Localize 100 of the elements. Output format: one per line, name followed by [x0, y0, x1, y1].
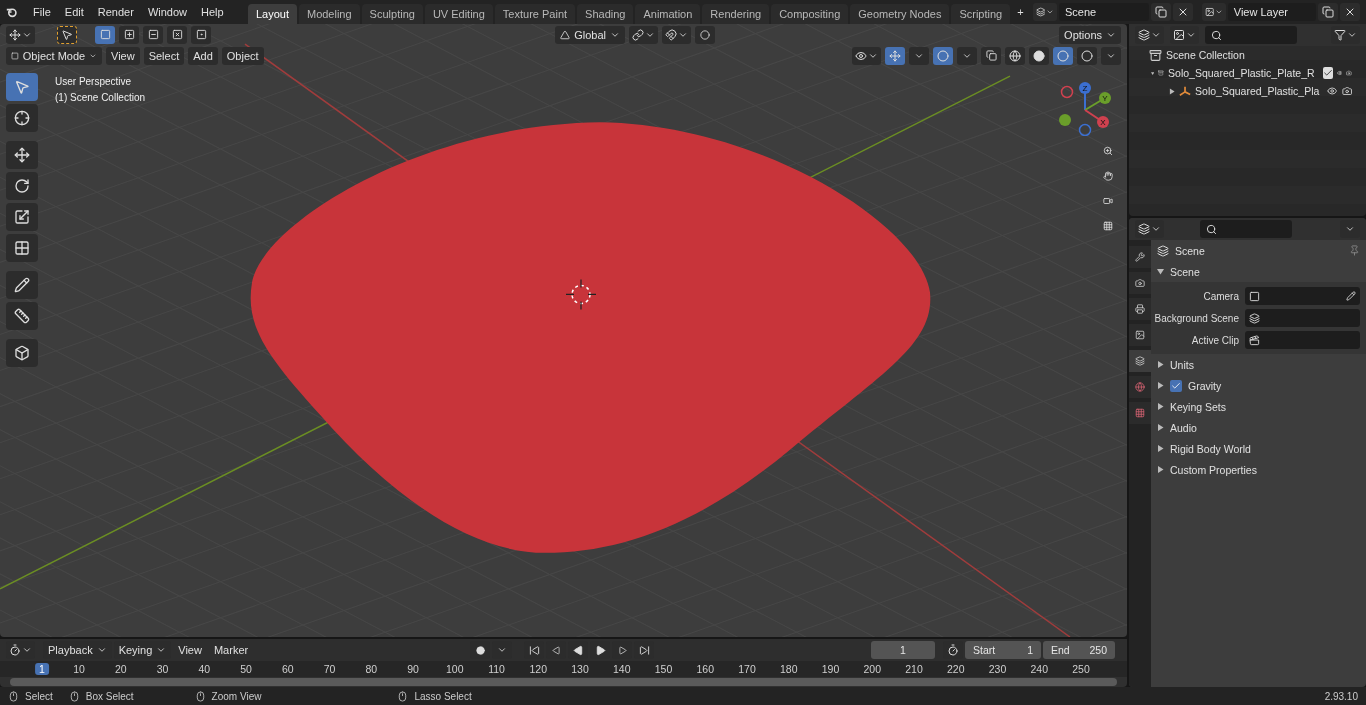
scene-tab[interactable] [1129, 350, 1151, 372]
navigation-gizmo-drawing[interactable]: Z Y X [1057, 80, 1113, 136]
end-frame-field[interactable]: End 250 [1043, 641, 1115, 659]
view-layer-tab[interactable] [1129, 324, 1151, 346]
visibility-button[interactable] [852, 46, 881, 65]
close-button[interactable] [1172, 3, 1193, 21]
disclosure-triangle-icon[interactable] [1169, 87, 1175, 95]
timeline-scrollbar[interactable] [10, 678, 1117, 686]
property-field[interactable] [1245, 331, 1360, 349]
workspace-tab[interactable]: Shading [577, 4, 634, 24]
start-frame-field[interactable]: Start 1 [965, 641, 1041, 659]
select-tool-button[interactable] [6, 73, 38, 101]
shading-mode-button[interactable] [1077, 46, 1097, 65]
view-layer-selector-button[interactable] [1201, 3, 1226, 21]
snap-button[interactable] [662, 25, 692, 44]
disclosure-triangle-icon[interactable] [1151, 69, 1155, 77]
editor-type-button[interactable] [1135, 220, 1164, 238]
disclosure-triangle-icon[interactable] [1157, 361, 1164, 368]
copy-button[interactable] [1150, 3, 1171, 21]
viewport-menu[interactable]: View [106, 46, 140, 65]
property-field[interactable] [1245, 309, 1360, 327]
disclosure-triangle-icon[interactable] [1157, 424, 1164, 431]
overlay-toggle-button[interactable] [933, 46, 953, 65]
outliner-item[interactable]: Scene Collection [1166, 49, 1245, 61]
workspace-tab[interactable]: Geometry Nodes [850, 4, 950, 24]
panel-title[interactable]: Audio [1170, 421, 1197, 434]
selection-mode-button[interactable] [95, 25, 115, 44]
outliner-item[interactable]: Solo_Squared_Plastic_Plate_R [1168, 67, 1315, 79]
cursor-tool-button[interactable] [6, 104, 38, 132]
disclosure-triangle-icon[interactable] [1157, 466, 1164, 473]
pivot-button[interactable] [629, 25, 659, 44]
camera-icon[interactable] [1346, 67, 1352, 79]
scale-tool-button[interactable] [6, 203, 38, 231]
checkbox[interactable] [1322, 67, 1333, 79]
proportional-edit-button[interactable] [695, 25, 716, 44]
view-layer-field[interactable]: View Layer [1227, 3, 1316, 21]
filter-button[interactable] [1331, 26, 1360, 44]
workspace-tab[interactable]: Scripting [951, 4, 1011, 24]
camera-icon[interactable] [1341, 85, 1352, 97]
transform-tool-button[interactable] [6, 234, 38, 262]
current-frame-field[interactable]: 1 [871, 641, 935, 659]
panel-title[interactable]: Rigid Body World [1170, 442, 1251, 455]
shading-mode-button[interactable] [1053, 46, 1073, 65]
search-field[interactable] [1200, 220, 1292, 238]
viewport-menu[interactable]: Object [221, 46, 264, 65]
panel-title[interactable]: Scene [1170, 265, 1200, 278]
disclosure-triangle-icon[interactable] [1157, 268, 1164, 275]
workspace-tab[interactable]: Rendering [702, 4, 770, 24]
selection-mode-button[interactable] [143, 25, 163, 44]
menu-item[interactable]: Edit [58, 3, 90, 21]
panel-title[interactable]: Gravity [1188, 379, 1222, 392]
rotate-tool-button[interactable] [6, 172, 38, 200]
measure-tool-button[interactable] [6, 302, 38, 330]
workspace-tab[interactable]: Modeling [298, 4, 360, 24]
tweak-tool-button[interactable] [57, 25, 77, 44]
workspace-tab[interactable]: Compositing [771, 4, 849, 24]
selection-mode-button[interactable] [191, 25, 211, 44]
selection-mode-button[interactable] [167, 25, 187, 44]
options-dropdown[interactable]: Options [1059, 25, 1121, 44]
close-button[interactable] [1340, 3, 1360, 21]
xray-button[interactable] [981, 46, 1001, 65]
menu-item[interactable]: Help [195, 3, 230, 21]
orientation-dropdown[interactable]: Global [555, 25, 626, 44]
disclosure-triangle-icon[interactable] [1157, 445, 1164, 452]
app-logo-icon[interactable] [6, 5, 18, 19]
panel-title[interactable]: Keying Sets [1170, 400, 1227, 413]
viewport-menu[interactable]: Add [188, 46, 218, 65]
shading-mode-button[interactable] [1005, 46, 1025, 65]
shading-mode-button[interactable] [1029, 46, 1049, 65]
output-tab[interactable] [1129, 298, 1151, 320]
workspace-tab[interactable]: Animation [635, 4, 701, 24]
move-tool-button[interactable] [6, 141, 38, 169]
panel-title[interactable]: Custom Properties [1170, 463, 1257, 476]
outliner-item[interactable]: Solo_Squared_Plastic_Pla [1195, 85, 1320, 97]
eye-icon[interactable] [1327, 85, 1338, 97]
texture-tab[interactable] [1129, 402, 1151, 424]
filter-mode-button[interactable] [1170, 26, 1199, 44]
copy-button[interactable] [1318, 3, 1338, 21]
search-field[interactable] [1205, 26, 1297, 44]
panel-title[interactable]: Units [1170, 358, 1194, 371]
render-tab[interactable] [1129, 272, 1151, 294]
scene-selector-button[interactable] [1032, 3, 1057, 21]
pin-icon[interactable] [1349, 245, 1360, 256]
checkbox[interactable] [1170, 379, 1182, 392]
mode-dropdown[interactable]: Object Mode [6, 46, 102, 65]
editor-type-button[interactable] [6, 25, 35, 44]
disclosure-triangle-icon[interactable] [1157, 382, 1164, 389]
menu-item[interactable]: Render [91, 3, 140, 21]
world-tab[interactable] [1129, 376, 1151, 398]
display-mode-button[interactable] [1135, 26, 1164, 44]
workspace-tab[interactable]: Sculpting [361, 4, 423, 24]
add-workspace-button[interactable]: + [1012, 3, 1029, 21]
viewport-menu[interactable]: Select [143, 46, 185, 65]
gizmo-toggle-button[interactable] [885, 46, 905, 65]
timeline-menu[interactable]: Marker [208, 641, 254, 659]
timeline-menu[interactable]: View [173, 641, 207, 659]
menu-item[interactable]: Window [141, 3, 193, 21]
tool-tab[interactable] [1129, 246, 1151, 268]
workspace-tab[interactable]: Texture Paint [494, 4, 576, 24]
scene-field[interactable]: Scene [1058, 3, 1149, 21]
